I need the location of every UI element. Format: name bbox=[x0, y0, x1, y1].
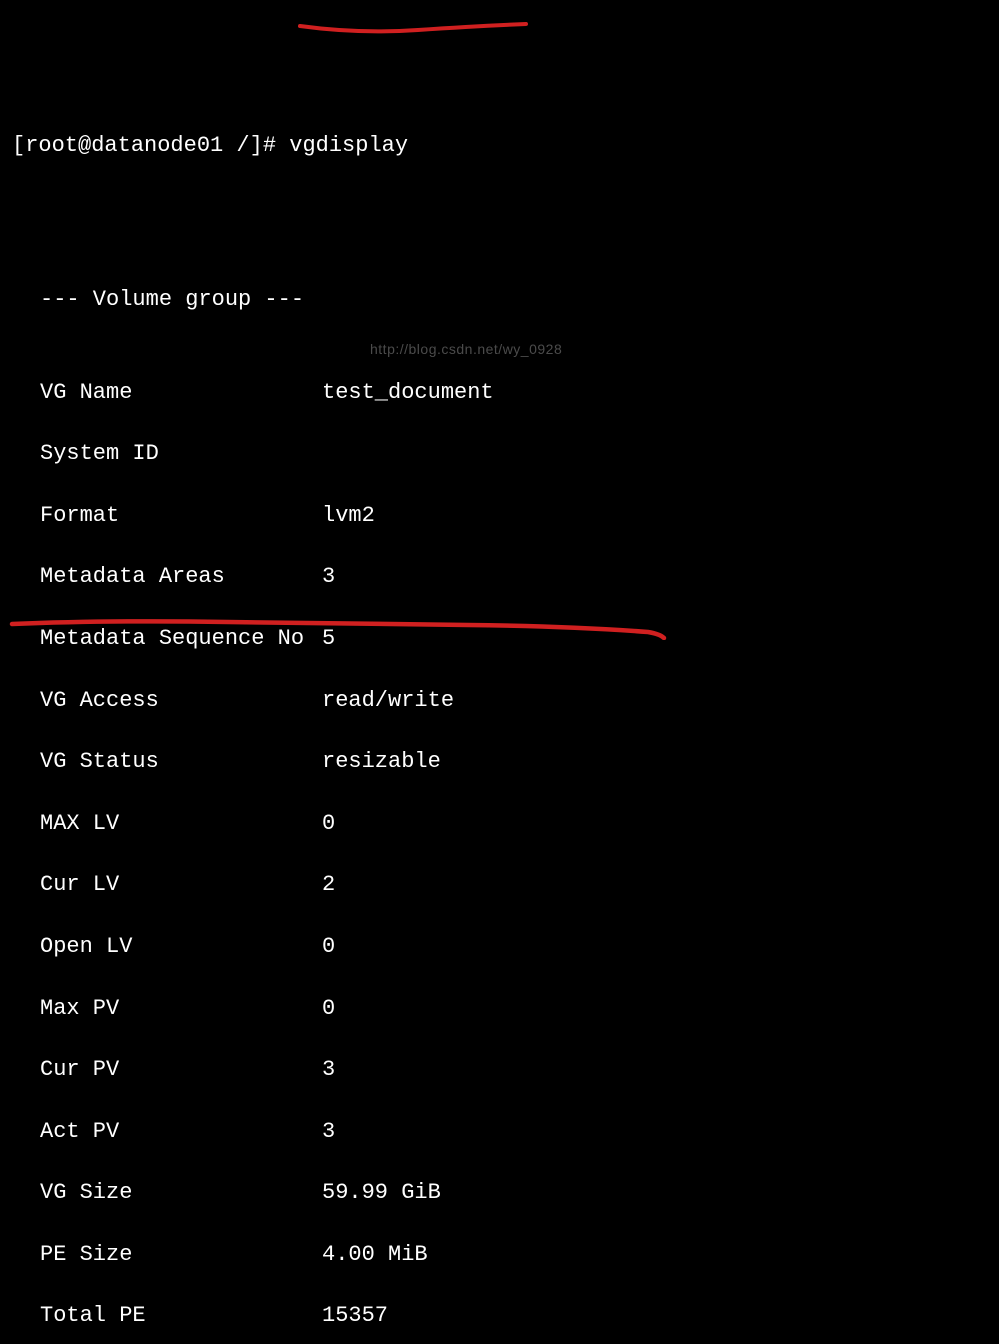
open-lv-row: Open LV0 bbox=[12, 932, 987, 963]
vg-status-label: VG Status bbox=[12, 747, 322, 778]
vg-name-label: VG Name bbox=[12, 378, 322, 409]
vg-size-label: VG Size bbox=[12, 1178, 322, 1209]
command-text: vgdisplay bbox=[289, 131, 408, 162]
pe-size-row: PE Size4.00 MiB bbox=[12, 1240, 987, 1271]
total-pe-label: Total PE bbox=[12, 1301, 322, 1332]
format-row: Formatlvm2 bbox=[12, 501, 987, 532]
vg-access-row: VG Accessread/write bbox=[12, 686, 987, 717]
act-pv-row: Act PV3 bbox=[12, 1117, 987, 1148]
cur-pv-row: Cur PV3 bbox=[12, 1055, 987, 1086]
open-lv-value: 0 bbox=[322, 932, 335, 963]
cur-lv-label: Cur LV bbox=[12, 870, 322, 901]
watermark-text: http://blog.csdn.net/wy_0928 bbox=[370, 340, 562, 360]
annotation-underline-command bbox=[298, 22, 528, 38]
format-label: Format bbox=[12, 501, 322, 532]
max-pv-row: Max PV0 bbox=[12, 994, 987, 1025]
cur-lv-row: Cur LV2 bbox=[12, 870, 987, 901]
volume-group-header: --- Volume group --- bbox=[12, 285, 987, 316]
vg-access-value: read/write bbox=[322, 686, 454, 717]
cur-pv-label: Cur PV bbox=[12, 1055, 322, 1086]
metadata-areas-row: Metadata Areas3 bbox=[12, 562, 987, 593]
vg-name-value: test_document bbox=[322, 378, 494, 409]
cur-lv-value: 2 bbox=[322, 870, 335, 901]
metadata-seq-value: 5 bbox=[322, 624, 335, 655]
max-pv-value: 0 bbox=[322, 994, 335, 1025]
vg-size-value: 59.99 GiB bbox=[322, 1178, 441, 1209]
max-lv-label: MAX LV bbox=[12, 809, 322, 840]
max-pv-label: Max PV bbox=[12, 994, 322, 1025]
cur-pv-value: 3 bbox=[322, 1055, 335, 1086]
system-id-row: System ID bbox=[12, 439, 987, 470]
pe-size-value: 4.00 MiB bbox=[322, 1240, 428, 1271]
open-lv-label: Open LV bbox=[12, 932, 322, 963]
vg-name-row: VG Nametest_document bbox=[12, 378, 987, 409]
max-lv-row: MAX LV0 bbox=[12, 809, 987, 840]
max-lv-value: 0 bbox=[322, 809, 335, 840]
metadata-seq-label: Metadata Sequence No bbox=[12, 624, 322, 655]
pe-size-label: PE Size bbox=[12, 1240, 322, 1271]
system-id-label: System ID bbox=[12, 439, 322, 470]
total-pe-row: Total PE15357 bbox=[12, 1301, 987, 1332]
metadata-seq-row: Metadata Sequence No5 bbox=[12, 624, 987, 655]
act-pv-value: 3 bbox=[322, 1117, 335, 1148]
total-pe-value: 15357 bbox=[322, 1301, 388, 1332]
metadata-areas-label: Metadata Areas bbox=[12, 562, 322, 593]
format-value: lvm2 bbox=[322, 501, 375, 532]
shell-prompt: [root@datanode01 /]# bbox=[12, 131, 289, 162]
metadata-areas-value: 3 bbox=[322, 562, 335, 593]
act-pv-label: Act PV bbox=[12, 1117, 322, 1148]
vg-status-value: resizable bbox=[322, 747, 441, 778]
vg-status-row: VG Statusresizable bbox=[12, 747, 987, 778]
vg-size-row: VG Size59.99 GiB bbox=[12, 1178, 987, 1209]
vg-access-label: VG Access bbox=[12, 686, 322, 717]
command-prompt-line: [root@datanode01 /]# vgdisplay bbox=[12, 131, 987, 162]
